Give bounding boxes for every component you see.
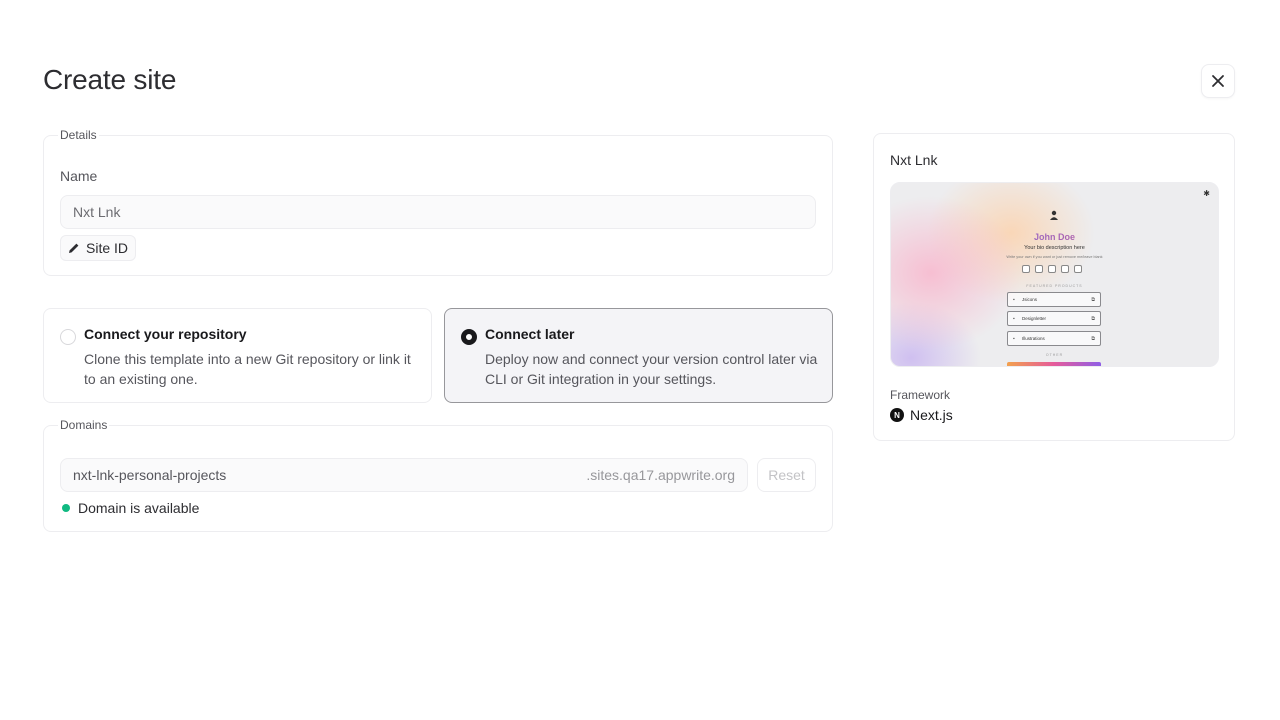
page-title: Create site <box>43 64 177 95</box>
preview-other-label: OTHER <box>1045 353 1064 357</box>
preview-name: John Doe <box>891 232 1218 242</box>
reset-button[interactable]: Reset <box>757 458 816 492</box>
domains-section: Domains nxt-lnk-personal-projects .sites… <box>43 418 833 532</box>
preview-subtext: Write your own if you want or just remov… <box>1006 255 1103 259</box>
details-legend: Details <box>60 128 97 142</box>
nextjs-logo-icon: N <box>890 408 904 422</box>
connect-later-title: Connect later <box>485 326 575 342</box>
framework-name: Next.js <box>910 407 953 423</box>
preview-link: Designletter <box>1007 311 1101 326</box>
connect-later-option[interactable]: Connect later Deploy now and connect you… <box>444 308 833 403</box>
domains-legend: Domains <box>60 418 108 432</box>
framework-value: N Next.js <box>890 407 953 423</box>
domain-input[interactable]: nxt-lnk-personal-projects .sites.qa17.ap… <box>60 458 748 492</box>
preview-social-icon <box>1022 265 1030 273</box>
close-icon <box>1212 75 1224 87</box>
preview-sun-icon: ✱ <box>1203 189 1210 198</box>
connect-repository-option[interactable]: Connect your repository Clone this templ… <box>43 308 432 403</box>
domain-status-text: Domain is available <box>78 500 200 516</box>
connect-repository-description: Clone this template into a new Git repos… <box>84 351 411 387</box>
template-card: Nxt Lnk ✱ John Doe Your bio description … <box>873 133 1235 441</box>
status-dot <box>62 504 70 512</box>
name-label: Name <box>60 168 98 184</box>
preview-social-icon <box>1048 265 1056 273</box>
site-id-button[interactable]: Site ID <box>60 235 137 261</box>
radio-connect-later[interactable] <box>461 329 477 345</box>
details-section: Details Name Nxt Lnk Site ID <box>43 128 833 276</box>
preview-social-icon <box>1035 265 1043 273</box>
close-button[interactable] <box>1201 64 1235 98</box>
preview-social-icons <box>1022 265 1082 273</box>
preview-social-icon <box>1074 265 1082 273</box>
preview-link: Jsicons <box>1007 292 1101 307</box>
preview-banner <box>1007 362 1101 366</box>
preview-featured-label: FEATURED PRODUCTS <box>1026 284 1083 288</box>
domain-value: nxt-lnk-personal-projects <box>73 467 227 483</box>
preview-bio: Your bio description here <box>1024 245 1085 251</box>
pencil-icon <box>69 243 79 253</box>
template-title: Nxt Lnk <box>890 152 938 168</box>
connect-later-description: Deploy now and connect your version cont… <box>485 351 818 387</box>
preview-link: Illustrations <box>1007 331 1101 346</box>
preview-avatar-icon <box>1050 210 1058 220</box>
template-preview-image: ✱ John Doe Your bio description here Wri… <box>890 182 1219 367</box>
preview-social-icon <box>1061 265 1069 273</box>
radio-connect-repository[interactable] <box>60 329 76 345</box>
connect-repository-title: Connect your repository <box>84 326 247 342</box>
site-id-label: Site ID <box>86 240 129 256</box>
domain-status: Domain is available <box>62 500 199 516</box>
name-input[interactable]: Nxt Lnk <box>60 195 816 229</box>
framework-label: Framework <box>890 388 951 402</box>
domain-suffix: .sites.qa17.appwrite.org <box>586 467 735 483</box>
